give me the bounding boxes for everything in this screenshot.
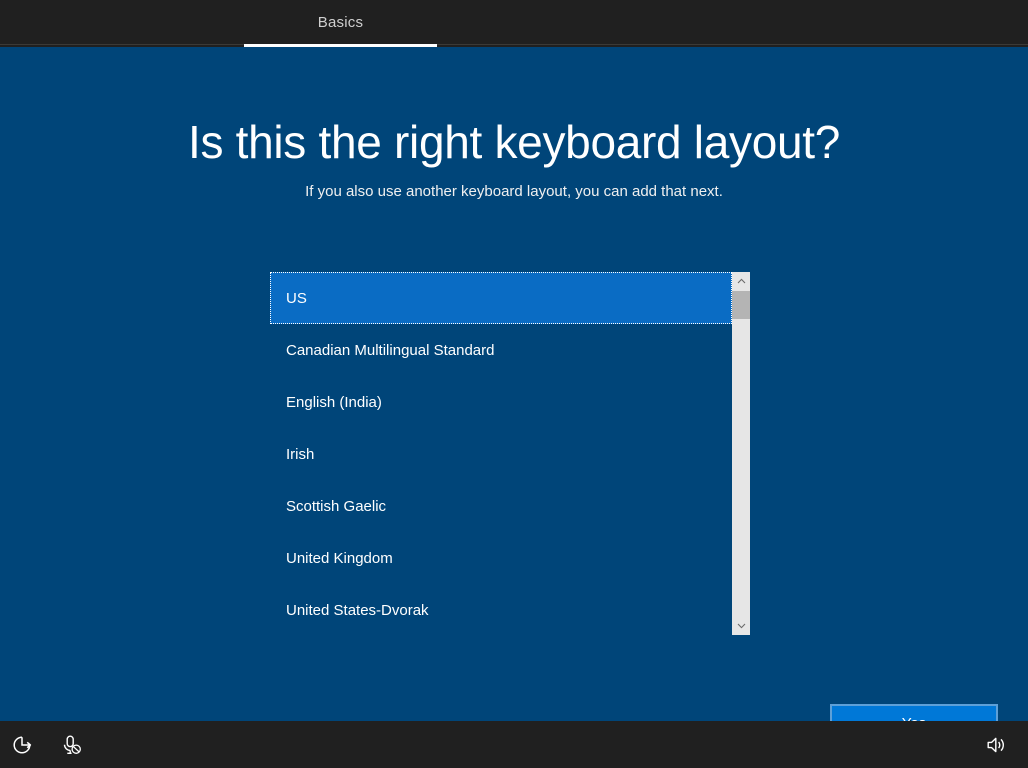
keyboard-layout-item[interactable]: United States-Dvorak (270, 584, 732, 635)
keyboard-layout-item-label: United States-Dvorak (286, 601, 429, 619)
keyboard-layout-item[interactable]: Scottish Gaelic (270, 480, 732, 532)
keyboard-layout-listbox[interactable]: US Canadian Multilingual Standard English … (270, 272, 750, 635)
keyboard-layout-item[interactable]: United Kingdom (270, 532, 732, 584)
scrollbar-thumb[interactable] (732, 291, 750, 319)
microphone-icon[interactable] (59, 733, 83, 757)
ease-of-access-icon[interactable] (10, 733, 34, 757)
keyboard-layout-item[interactable]: Canadian Multilingual Standard (270, 324, 732, 376)
keyboard-layout-item[interactable]: English (India) (270, 376, 732, 428)
page-subtitle: If you also use another keyboard layout,… (305, 183, 723, 200)
keyboard-layout-item-label: US (286, 289, 307, 307)
scroll-down-button[interactable] (732, 617, 750, 635)
keyboard-layout-list[interactable]: US Canadian Multilingual Standard English … (270, 272, 732, 635)
header-bar: Basics (0, 0, 1028, 47)
tab-basics[interactable]: Basics (244, 0, 437, 47)
tab-basics-label: Basics (317, 14, 364, 31)
page-title: Is this the right keyboard layout? (187, 116, 841, 168)
keyboard-layout-item[interactable]: Irish (270, 428, 732, 480)
taskbar (0, 721, 1028, 768)
list-scrollbar[interactable] (732, 272, 750, 635)
keyboard-layout-item-label: United Kingdom (286, 549, 393, 567)
keyboard-layout-item-label: English (India) (286, 393, 382, 411)
keyboard-layout-item-label: Irish (286, 445, 315, 463)
scroll-up-button[interactable] (732, 272, 750, 290)
header-divider (0, 44, 1028, 45)
keyboard-layout-item-label: Canadian Multilingual Standard (286, 341, 495, 359)
keyboard-layout-item[interactable]: US (270, 272, 732, 324)
keyboard-layout-item-label: Scottish Gaelic (286, 497, 387, 515)
volume-icon[interactable] (984, 733, 1008, 757)
main-content: Is this the right keyboard layout? If yo… (0, 47, 1028, 746)
